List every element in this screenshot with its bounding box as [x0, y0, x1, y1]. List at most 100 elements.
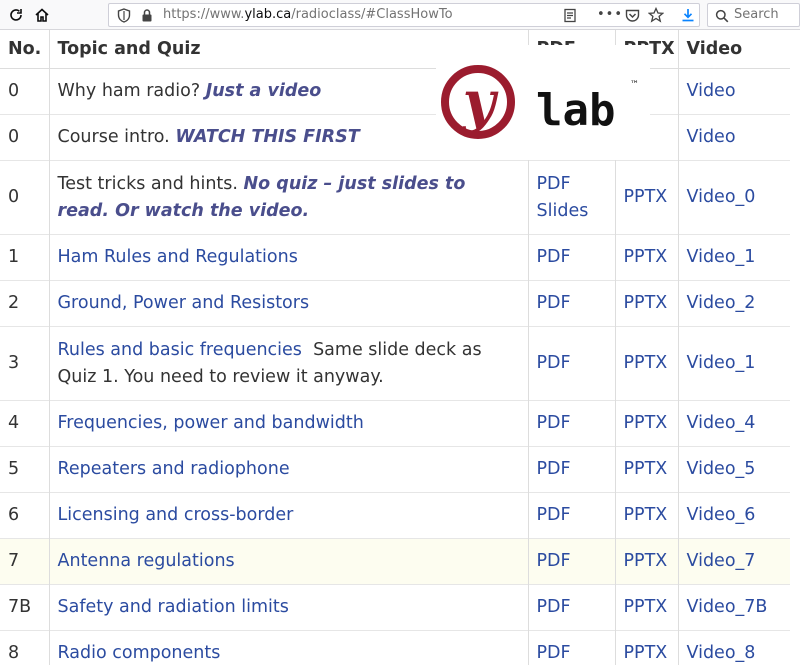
- pdf-link[interactable]: PDF: [537, 643, 571, 663]
- video-link[interactable]: Video_0: [687, 187, 756, 207]
- topic-note: WATCH THIS FIRST: [175, 127, 360, 147]
- video-link[interactable]: Video_7: [687, 551, 756, 571]
- pptx-link[interactable]: PPTX: [624, 413, 668, 433]
- video-cell: Video_0: [677, 160, 790, 235]
- search-placeholder: Search: [734, 7, 779, 22]
- topic-link[interactable]: Licensing and cross-border: [58, 505, 294, 525]
- reader-view-icon[interactable]: [563, 8, 577, 27]
- row-number: 7: [0, 538, 49, 585]
- search-icon: [715, 8, 729, 27]
- pptx-cell: PPTX: [614, 630, 678, 665]
- url-text[interactable]: https://www.ylab.ca/radioclass/#ClassHow…: [163, 7, 453, 22]
- pdf-cell: PDF Slides: [527, 160, 615, 235]
- row-number: 2: [0, 280, 49, 327]
- pdf-cell: PDF: [527, 538, 615, 585]
- ylab-logo-graphic: y lab ™: [441, 65, 639, 139]
- table-row: 0 Why ham radio? Just a video Video: [0, 68, 790, 115]
- topic-cell: Repeaters and radiophone: [48, 446, 528, 493]
- topic-cell: Safety and radiation limits: [48, 584, 528, 631]
- download-icon[interactable]: [676, 3, 700, 27]
- topic-link[interactable]: Frequencies, power and bandwidth: [58, 413, 364, 433]
- pdf-link[interactable]: PDF: [537, 353, 571, 373]
- video-link[interactable]: Video_1: [687, 353, 756, 373]
- row-number: 0: [0, 160, 49, 235]
- pdf-link[interactable]: PDF: [537, 597, 571, 617]
- pdf-cell: PDF: [527, 584, 615, 631]
- topic-cell: Rules and basic frequencies Same slide d…: [48, 326, 528, 401]
- pptx-link[interactable]: PPTX: [624, 459, 668, 479]
- video-link[interactable]: Video: [687, 127, 736, 147]
- pptx-link[interactable]: PPTX: [624, 643, 668, 663]
- topic-link[interactable]: Repeaters and radiophone: [58, 459, 290, 479]
- video-link[interactable]: Video_1: [687, 247, 756, 267]
- table-row-highlighted: 7 Antenna regulations PDF PPTX Video_7: [0, 538, 790, 585]
- shield-icon[interactable]: [117, 8, 131, 27]
- slides-link[interactable]: Slides: [537, 201, 589, 221]
- bookmark-star-icon[interactable]: [647, 6, 665, 27]
- table-row: 6 Licensing and cross-border PDF PPTX Vi…: [0, 492, 790, 539]
- topic-link[interactable]: Antenna regulations: [58, 551, 235, 571]
- video-link[interactable]: Video_8: [687, 643, 756, 663]
- address-bar[interactable]: https://www.ylab.ca/radioclass/#ClassHow…: [108, 3, 700, 27]
- pdf-link[interactable]: PDF: [537, 505, 571, 525]
- pdf-link[interactable]: PDF: [537, 247, 571, 267]
- video-link[interactable]: Video_4: [687, 413, 756, 433]
- topic-link[interactable]: Rules and basic frequencies: [58, 340, 302, 360]
- pptx-link[interactable]: PPTX: [624, 353, 668, 373]
- video-link[interactable]: Video_7B: [687, 597, 768, 617]
- video-cell: Video_1: [677, 326, 790, 401]
- page-actions-icon[interactable]: •••: [597, 8, 623, 21]
- topic-link[interactable]: Radio components: [58, 643, 221, 663]
- logo-letter: y: [461, 69, 499, 135]
- pdf-cell: PDF: [527, 326, 615, 401]
- video-cell: Video_8: [677, 630, 790, 665]
- pptx-link[interactable]: PPTX: [624, 505, 668, 525]
- course-table-container: No. Topic and Quiz PDF PPTX Video 0 Why …: [0, 30, 800, 665]
- pdf-cell: PDF: [527, 234, 615, 281]
- row-number: 1: [0, 234, 49, 281]
- topic-cell: Licensing and cross-border: [48, 492, 528, 539]
- video-link[interactable]: Video_2: [687, 293, 756, 313]
- lock-icon[interactable]: [141, 8, 153, 27]
- pdf-cell: PDF: [527, 492, 615, 539]
- ylab-logo[interactable]: y lab ™: [436, 45, 650, 160]
- pocket-icon[interactable]: [625, 8, 640, 27]
- topic-cell: Ham Rules and Regulations: [48, 234, 528, 281]
- pdf-link[interactable]: PDF: [537, 293, 571, 313]
- table-row: 8 Radio components PDF PPTX Video_8: [0, 630, 790, 665]
- video-cell: Video_4: [677, 400, 790, 447]
- pptx-link[interactable]: PPTX: [624, 247, 668, 267]
- video-cell: Video_1: [677, 234, 790, 281]
- pptx-link[interactable]: PPTX: [624, 187, 668, 207]
- video-cell: Video_2: [677, 280, 790, 327]
- pdf-cell: PDF: [527, 400, 615, 447]
- video-cell: Video_7: [677, 538, 790, 585]
- url-prefix: https://www.: [163, 7, 245, 22]
- video-link[interactable]: Video_5: [687, 459, 756, 479]
- topic-link[interactable]: Ground, Power and Resistors: [58, 293, 310, 313]
- topic-link[interactable]: Safety and radiation limits: [58, 597, 289, 617]
- home-icon[interactable]: [30, 3, 54, 27]
- url-domain: ylab.ca: [244, 7, 292, 22]
- video-link[interactable]: Video_6: [687, 505, 756, 525]
- pdf-cell: PDF: [527, 280, 615, 327]
- pptx-cell: PPTX: [614, 446, 678, 493]
- pptx-link[interactable]: PPTX: [624, 597, 668, 617]
- pptx-link[interactable]: PPTX: [624, 293, 668, 313]
- topic-text: Test tricks and hints.: [57, 173, 238, 194]
- video-link[interactable]: Video: [687, 81, 736, 101]
- topic-text: Why ham radio?: [57, 81, 201, 101]
- reload-icon[interactable]: [4, 3, 28, 27]
- pptx-link[interactable]: PPTX: [624, 551, 668, 571]
- table-row: 1 Ham Rules and Regulations PDF PPTX Vid…: [0, 234, 790, 281]
- pdf-link[interactable]: PDF: [537, 174, 571, 194]
- pdf-link[interactable]: PDF: [537, 413, 571, 433]
- pdf-link[interactable]: PDF: [537, 459, 571, 479]
- pdf-link[interactable]: PDF: [537, 551, 571, 571]
- search-box[interactable]: Search: [707, 3, 800, 27]
- header-no: No.: [0, 30, 49, 69]
- topic-link[interactable]: Ham Rules and Regulations: [58, 247, 298, 267]
- pptx-cell: PPTX: [614, 326, 678, 401]
- logo-trademark: ™: [630, 80, 639, 90]
- table-row: 7B Safety and radiation limits PDF PPTX …: [0, 584, 790, 631]
